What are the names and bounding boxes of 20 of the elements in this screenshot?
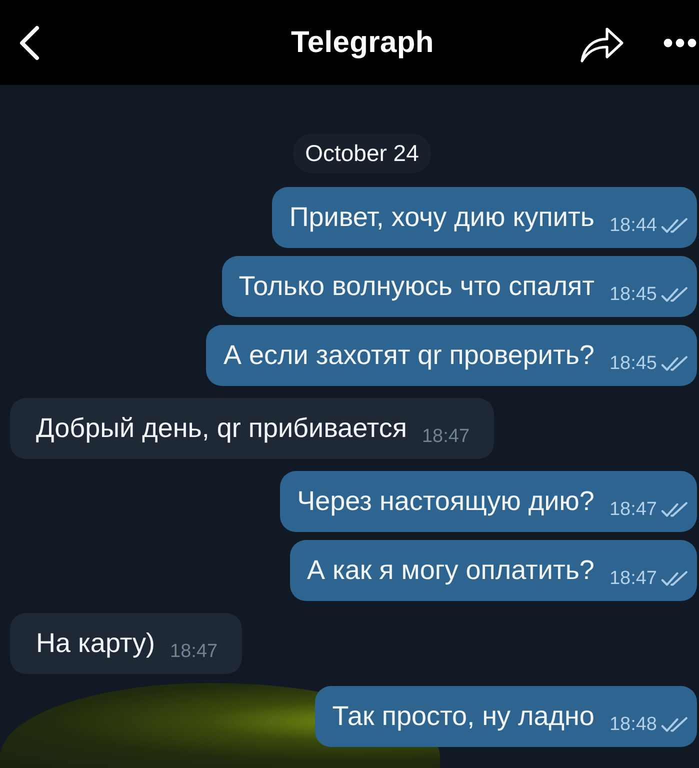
more-icon[interactable] (663, 38, 697, 48)
message-text: Так просто, ну ладно (332, 701, 594, 732)
message-text: А как я могу оплатить? (306, 555, 594, 586)
message-text: А если захотят qr проверить? (223, 340, 594, 371)
message-time: 18:47 (609, 499, 657, 521)
message-text: Через настоящую дию? (297, 486, 594, 517)
back-icon[interactable] (18, 24, 40, 60)
message-text: Добрый день, qr прибивается (36, 413, 407, 444)
message-time: 18:47 (422, 426, 470, 448)
chat-title: Telegraph (291, 26, 434, 60)
message-time: 18:47 (609, 568, 657, 590)
date-label: October 24 (293, 134, 431, 173)
message-text: Только волнуюсь что спалят (238, 271, 594, 302)
message-time: 18:48 (609, 714, 657, 736)
message-time: 18:45 (609, 353, 657, 375)
message-text: На карту) (36, 628, 156, 659)
message-time: 18:47 (170, 641, 218, 663)
message-time: 18:45 (609, 284, 657, 306)
message-text: Привет, хочу дию купить (289, 202, 594, 233)
message-time: 18:44 (609, 215, 657, 237)
